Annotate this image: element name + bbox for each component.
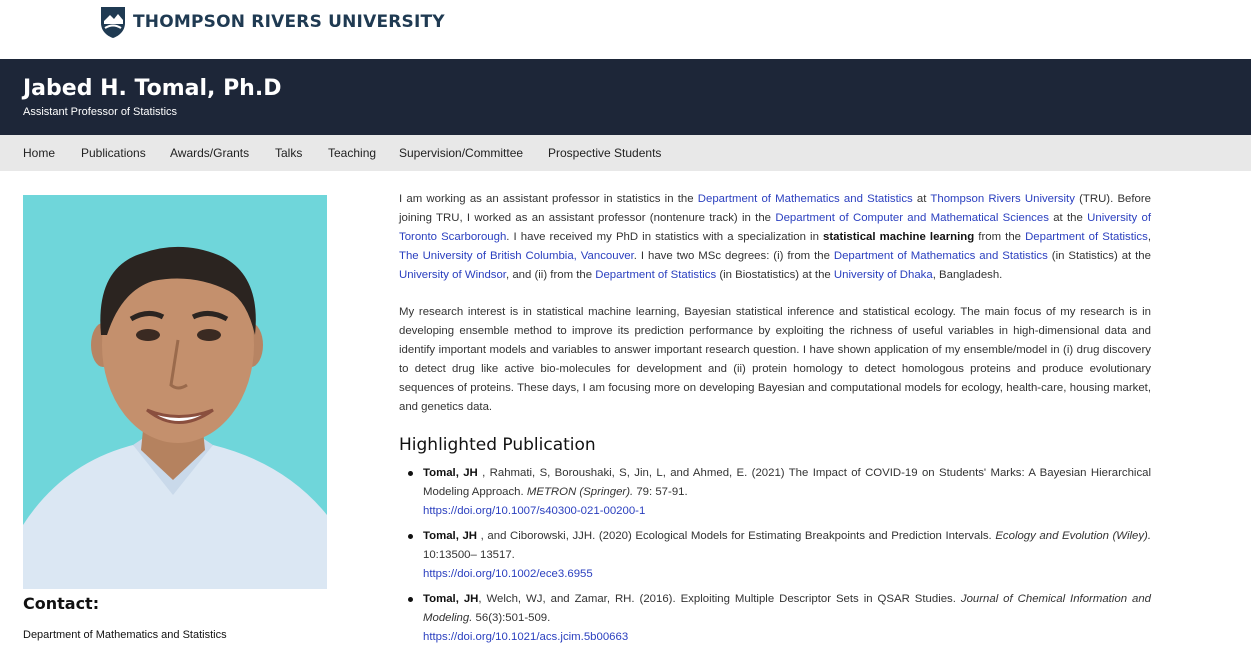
list-item: Tomal, JH , and Ciborowski, JJH. (2020) … <box>399 527 1151 584</box>
main-nav: Home Publications Awards/Grants Talks Te… <box>0 135 1251 171</box>
nav-publications[interactable]: Publications <box>81 146 146 160</box>
pub-journal: METRON (Springer). <box>526 486 634 498</box>
link-dept-cms[interactable]: Department of Computer and Mathematical … <box>775 212 1049 224</box>
link-tru[interactable]: Thompson Rivers University <box>930 193 1074 205</box>
pub-citation: , Welch, WJ, and Zamar, RH. (2016). Expl… <box>478 593 961 605</box>
publication-list: Tomal, JH , Rahmati, S, Boroushaki, S, J… <box>399 464 1151 647</box>
intro-text: , and (ii) from the <box>505 269 596 281</box>
contact-department: Department of Mathematics and Statistics <box>23 629 227 641</box>
intro-text: at the <box>1048 212 1088 224</box>
nav-prospective-students[interactable]: Prospective Students <box>548 146 661 160</box>
pub-doi-link[interactable]: https://doi.org/10.1021/acs.jcim.5b00663 <box>423 628 1151 647</box>
nav-talks[interactable]: Talks <box>275 146 302 160</box>
intro-text: (in Biostatistics) at the <box>716 269 834 281</box>
intro-text: , <box>1147 231 1151 243</box>
top-bar: THOMPSON RIVERS UNIVERSITY <box>0 0 1251 59</box>
university-name: THOMPSON RIVERS UNIVERSITY <box>133 12 445 32</box>
link-dept-math-stats-tru[interactable]: Department of Mathematics and Statistics <box>698 193 913 205</box>
list-item: Tomal, JH, Welch, WJ, and Zamar, RH. (20… <box>399 590 1151 647</box>
link-udhaka[interactable]: University of Dhaka <box>834 269 933 281</box>
university-crest-icon <box>101 7 125 38</box>
link-dept-math-stats-windsor[interactable]: Department of Mathematics and Statistics <box>834 250 1048 262</box>
nav-teaching[interactable]: Teaching <box>328 146 376 160</box>
link-dept-stats-dhaka[interactable]: Department of Statistics <box>595 269 716 281</box>
pub-doi-link[interactable]: https://doi.org/10.1002/ece3.6955 <box>423 565 1151 584</box>
profile-photo <box>23 195 327 589</box>
nav-awards-grants[interactable]: Awards/Grants <box>170 146 249 160</box>
pub-author: Tomal, JH <box>423 467 478 479</box>
intro-text: . I have two MSc degrees: (i) from the <box>633 250 834 262</box>
nav-home[interactable]: Home <box>23 146 55 160</box>
university-logo-link[interactable]: THOMPSON RIVERS UNIVERSITY <box>99 5 445 39</box>
list-item: Tomal, JH , Rahmati, S, Boroushaki, S, J… <box>399 464 1151 521</box>
pub-journal: Ecology and Evolution (Wiley). <box>995 530 1151 542</box>
page-subtitle: Assistant Professor of Statistics <box>23 106 178 118</box>
intro-text: , Bangladesh. <box>932 269 1003 281</box>
intro-text: at <box>912 193 931 205</box>
profile-banner: Jabed H. Tomal, Ph.D Assistant Professor… <box>0 59 1251 135</box>
pub-author: Tomal, JH <box>423 530 478 542</box>
research-paragraph: My research interest is in statistical m… <box>399 306 1151 413</box>
intro-text: from the <box>974 231 1026 243</box>
pub-volume: 56(3):501-509. <box>472 612 551 624</box>
intro-text: I am working as an assistant professor i… <box>399 193 698 205</box>
intro-text: (in Statistics) at the <box>1047 250 1151 262</box>
nav-supervision-committee[interactable]: Supervision/Committee <box>399 146 523 160</box>
intro-paragraph: I am working as an assistant professor i… <box>399 190 1151 285</box>
highlighted-publication-heading: Highlighted Publication <box>399 435 596 455</box>
main-content: I am working as an assistant professor i… <box>399 190 1151 651</box>
pub-author: Tomal, JH <box>423 593 479 605</box>
pub-citation: , and Ciborowski, JJH. (2020) Ecological… <box>477 530 996 542</box>
portrait-image <box>23 195 327 589</box>
pub-doi-link[interactable]: https://doi.org/10.1007/s40300-021-00200… <box>423 502 1151 521</box>
intro-text: . I have received my PhD in statistics w… <box>506 231 823 243</box>
page-title: Jabed H. Tomal, Ph.D <box>23 76 282 101</box>
pub-volume: 10:13500– 13517. <box>423 549 515 561</box>
link-dept-stats-ubc[interactable]: Department of Statistics <box>1025 231 1148 243</box>
link-uwindsor[interactable]: University of Windsor <box>399 269 506 281</box>
intro-bold-text: statistical machine learning <box>823 231 975 243</box>
pub-volume: 79: 57-91. <box>633 486 688 498</box>
contact-heading: Contact: <box>23 594 100 613</box>
link-ubc[interactable]: The University of British Columbia, Vanc… <box>399 250 634 262</box>
